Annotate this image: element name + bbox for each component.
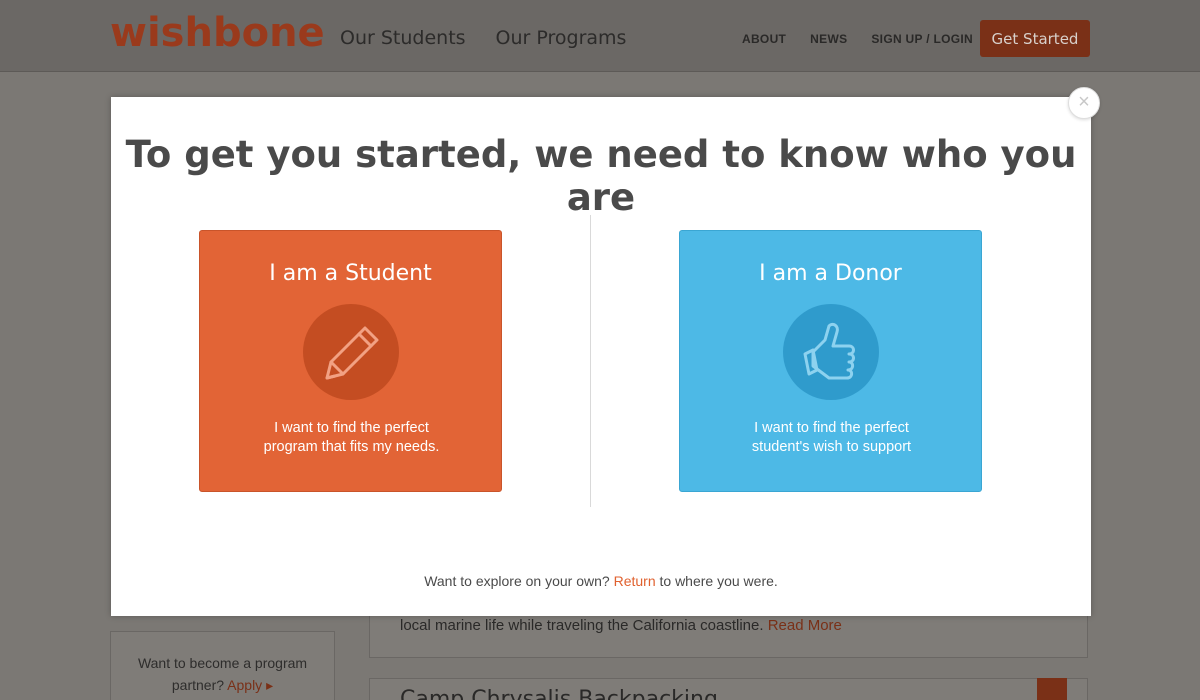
program-title: Camp Chrysalis Backpacking [400,687,718,700]
nav-our-students[interactable]: Our Students [340,27,466,49]
student-title: I am a Student [269,261,432,286]
donor-description: I want to find the perfect student's wis… [751,420,912,455]
arrow-right-icon: ▸ [266,677,274,693]
program-card-next: Camp Chrysalis Backpacking [369,678,1088,700]
get-started-button[interactable]: Get Started [980,20,1090,57]
student-description: I want to find the perfect program that … [263,420,440,455]
student-choice-card[interactable]: I am a Student I want to find the perfec… [199,230,502,492]
return-link[interactable]: Return [614,573,656,589]
partner-text: Want to become a program partner? [137,655,308,693]
nav-signup-login[interactable]: SIGN UP / LOGIN [871,32,973,46]
footer-suffix: to where you were. [659,573,778,589]
apply-link[interactable]: Apply ▸ [227,677,273,693]
modal-footer: Want to explore on your own? Return to w… [111,573,1091,589]
thumbs-up-icon [783,304,879,400]
nav-about[interactable]: ABOUT [742,32,786,46]
divider [590,215,591,507]
read-more-link[interactable]: Read More [768,617,842,634]
close-icon[interactable]: × [1068,87,1100,119]
wishbone-logo[interactable]: wishbone [110,10,325,56]
main-nav: Our Students Our Programs [340,27,626,49]
site-header: wishbone Our Students Our Programs ABOUT… [0,0,1200,72]
nav-news[interactable]: NEWS [810,32,847,46]
donor-title: I am a Donor [759,261,902,286]
pencil-icon [303,304,399,400]
footer-prefix: Want to explore on your own? [424,573,610,589]
program-description: local marine life while traveling the Ca… [400,617,764,634]
role-select-modal: To get you started, we need to know who … [111,97,1091,616]
modal-title: To get you started, we need to know who … [125,133,1077,219]
bookmark-ribbon[interactable] [1037,678,1067,700]
partner-card: Want to become a program partner? Apply … [110,631,335,700]
donor-choice-card[interactable]: I am a Donor I want to find the perfect … [679,230,982,492]
nav-our-programs[interactable]: Our Programs [496,27,627,49]
utility-nav: ABOUT NEWS SIGN UP / LOGIN [742,32,973,46]
